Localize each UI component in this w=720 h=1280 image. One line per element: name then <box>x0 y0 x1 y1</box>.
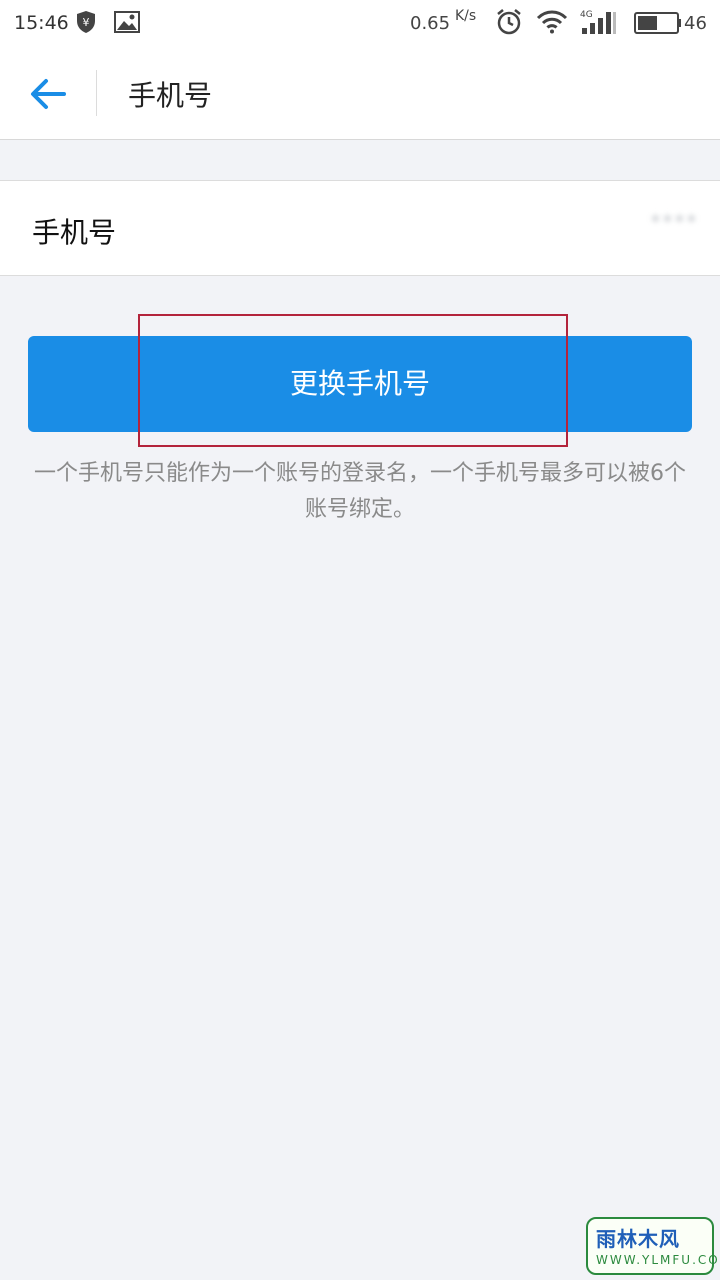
svg-text:¥: ¥ <box>83 16 90 29</box>
shield-yen-icon: ¥ <box>76 10 96 34</box>
highlight-box <box>138 314 568 447</box>
phone-value: **** <box>650 211 698 236</box>
title-divider <box>96 70 97 116</box>
status-time: 15:46 <box>14 12 69 34</box>
back-button[interactable] <box>24 72 70 116</box>
watermark-main: 雨林木风 <box>596 1227 680 1251</box>
alarm-icon <box>495 8 523 36</box>
wifi-icon <box>536 10 568 34</box>
network-type-label: 4G <box>580 10 593 20</box>
title-bar: 手机号 <box>0 48 720 140</box>
image-icon <box>114 11 140 33</box>
battery-level: 46 <box>684 13 707 34</box>
back-arrow-icon <box>24 79 70 120</box>
phone-label: 手机号 <box>32 216 117 249</box>
status-bar: 15:46 ¥ 0.65 K/s 4G 46 <box>0 0 720 48</box>
watermark-sub: WWW.YLMFU.COM <box>596 1253 720 1267</box>
phone-number-row: 手机号 **** <box>0 180 720 276</box>
hint-text: 一个手机号只能作为一个账号的登录名，一个手机号最多可以被6个账号绑定。 <box>34 461 686 522</box>
page-title: 手机号 <box>128 79 213 112</box>
net-speed-unit: K/s <box>455 8 477 24</box>
signal-icon: 4G <box>580 8 618 36</box>
watermark-logo: 雨林木风 WWW.YLMFU.COM <box>586 1217 720 1275</box>
battery-icon <box>634 12 682 34</box>
net-speed: 0.65 <box>410 13 451 34</box>
